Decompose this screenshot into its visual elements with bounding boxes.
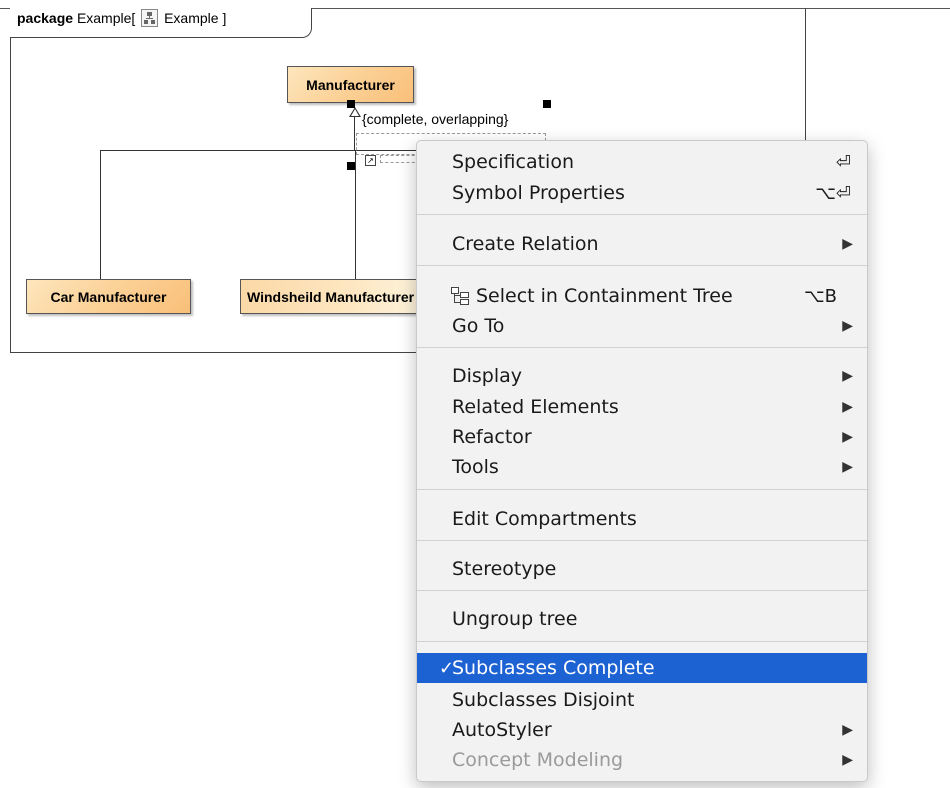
menu-item-label: Concept Modeling — [452, 749, 624, 771]
menu-item-label: Related Elements — [452, 396, 619, 418]
menu-item-subclasses-disjoint[interactable]: Subclasses Disjoint — [417, 685, 867, 715]
submenu-arrow-icon: ▶ — [842, 752, 853, 768]
menu-separator — [417, 590, 867, 591]
menu-item-subclasses-complete[interactable]: ✓ Subclasses Complete — [417, 653, 867, 683]
menu-item-symbol-properties[interactable]: Symbol Properties ⌥⏎ — [417, 178, 867, 208]
generalization-set-constraint[interactable]: {complete, overlapping} — [362, 111, 508, 127]
menu-item-tools[interactable]: Tools ▶ — [417, 452, 867, 482]
menu-item-label: Tools — [452, 456, 499, 478]
generalization-line[interactable] — [100, 150, 101, 280]
menu-item-go-to[interactable]: Go To ▶ — [417, 311, 867, 341]
generalization-set-selection-box — [380, 155, 420, 163]
menu-item-stereotype[interactable]: Stereotype — [417, 554, 867, 584]
menu-separator — [417, 347, 867, 348]
menu-item-related-elements[interactable]: Related Elements ▶ — [417, 392, 867, 422]
menu-item-specification[interactable]: Specification ⏎ — [417, 147, 867, 177]
menu-item-label: Go To — [452, 315, 505, 337]
class-manufacturer[interactable]: Manufacturer — [287, 66, 414, 103]
generalization-line[interactable] — [354, 117, 355, 150]
menu-item-edit-compartments[interactable]: Edit Compartments — [417, 504, 867, 534]
option-return-key-icon: ⌥⏎ — [815, 182, 851, 204]
submenu-arrow-icon: ▶ — [842, 236, 853, 252]
containment-tree-icon — [450, 286, 472, 306]
menu-item-ungroup-tree[interactable]: Ungroup tree — [417, 604, 867, 634]
menu-item-autostyler[interactable]: AutoStyler ▶ — [417, 715, 867, 745]
submenu-arrow-icon: ▶ — [842, 399, 853, 415]
menu-item-label: Create Relation — [452, 233, 599, 255]
package-name: Example — [76, 10, 132, 26]
class-car-manufacturer[interactable]: Car Manufacturer — [26, 279, 191, 314]
menu-item-select-in-containment-tree[interactable]: Select in Containment Tree ⌥B — [417, 281, 867, 311]
menu-item-label: AutoStyler — [452, 719, 552, 741]
menu-item-create-relation[interactable]: Create Relation ▶ — [417, 229, 867, 259]
submenu-arrow-icon: ▶ — [842, 429, 853, 445]
menu-item-label: Display — [452, 365, 523, 387]
menu-item-label: Stereotype — [452, 558, 557, 580]
menu-separator — [417, 489, 867, 490]
checkmark-icon: ✓ — [439, 657, 455, 679]
menu-item-display[interactable]: Display ▶ — [417, 361, 867, 391]
menu-item-label: Edit Compartments — [452, 508, 637, 530]
class-car-manufacturer-label: Car Manufacturer — [50, 288, 167, 305]
menu-separator — [417, 540, 867, 541]
context-menu[interactable]: Specification ⏎ Symbol Properties ⌥⏎ Cre… — [416, 140, 868, 782]
submenu-arrow-icon: ▶ — [842, 722, 853, 738]
return-key-icon: ⏎ — [835, 151, 851, 173]
menu-item-label: Select in Containment Tree — [476, 285, 733, 307]
menu-separator — [417, 214, 867, 215]
menu-item-label: Subclasses Disjoint — [452, 689, 635, 711]
generalization-arrowhead — [349, 107, 361, 117]
menu-item-label: Symbol Properties — [452, 182, 625, 204]
bracket-open: [ — [131, 10, 136, 26]
menu-item-label: Ungroup tree — [452, 608, 578, 630]
class-manufacturer-label: Manufacturer — [306, 76, 395, 93]
package-header: package Example[ Example ] — [10, 8, 312, 38]
class-windsheild-manufacturer[interactable]: Windsheild Manufacturer — [240, 279, 440, 314]
submenu-arrow-icon: ▶ — [842, 368, 853, 384]
submenu-arrow-icon: ▶ — [842, 318, 853, 334]
diagram-name: Example — [164, 10, 219, 26]
diagram-canvas[interactable]: package Example[ Example ] Manufacturer … — [0, 0, 950, 788]
menu-separator — [417, 641, 867, 642]
selection-handle[interactable] — [347, 162, 355, 170]
menu-item-refactor[interactable]: Refactor ▶ — [417, 422, 867, 452]
menu-item-label: Subclasses Complete — [452, 657, 655, 679]
menu-item-label: Specification — [452, 151, 574, 173]
class-diagram-icon — [141, 9, 159, 27]
menu-item-shortcut: ⌥B — [803, 285, 837, 307]
expand-icon[interactable]: ↗ — [365, 155, 376, 166]
menu-separator — [417, 265, 867, 266]
bracket-close: ] — [222, 10, 227, 26]
submenu-arrow-icon: ▶ — [842, 459, 853, 475]
class-windsheild-manufacturer-label: Windsheild Manufacturer — [247, 288, 415, 305]
menu-item-label: Refactor — [452, 426, 532, 448]
selection-handle[interactable] — [543, 100, 551, 108]
selection-handle[interactable] — [347, 100, 355, 108]
menu-item-concept-modeling[interactable]: Concept Modeling ▶ — [417, 745, 867, 775]
generalization-line[interactable] — [355, 150, 356, 280]
package-keyword: package — [17, 10, 74, 26]
